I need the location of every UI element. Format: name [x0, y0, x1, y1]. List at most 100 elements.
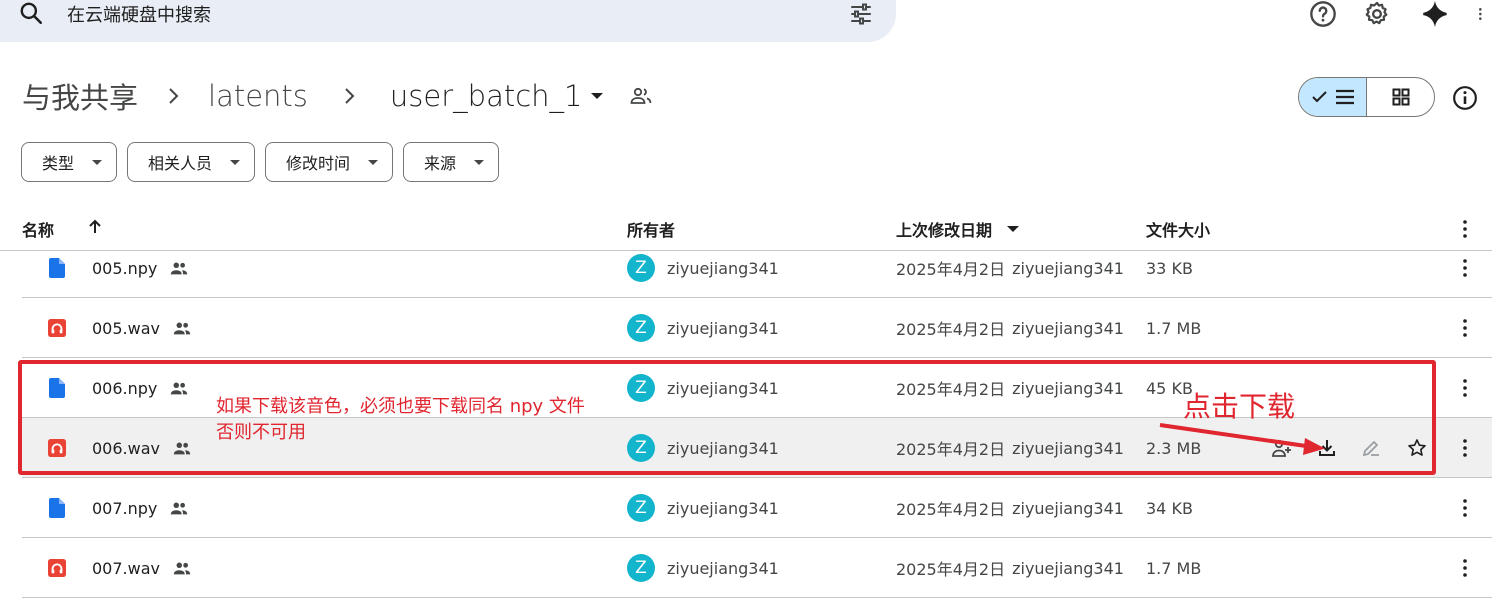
modified-by: ziyuejiang341: [1012, 318, 1124, 338]
file-name[interactable]: 006.wav: [92, 439, 160, 458]
audio-file-icon: [48, 439, 66, 457]
file-name-cell[interactable]: 005.wav: [48, 298, 192, 358]
owner-cell: Z ziyuejiang341: [627, 238, 779, 298]
file-size: 1.7 MB: [1146, 318, 1202, 338]
file-name[interactable]: 007.wav: [92, 559, 160, 578]
filter-label: 类型: [42, 154, 75, 173]
file-name-cell[interactable]: 005.npy: [48, 238, 189, 298]
filter-label: 来源: [424, 154, 457, 173]
sort-ascending-icon[interactable]: [88, 219, 102, 235]
table-row[interactable]: 005.npy Z ziyuejiang341 2025年4月2日 ziyuej…: [22, 238, 1492, 298]
rename-icon[interactable]: [1361, 438, 1381, 458]
shared-icon: [173, 322, 191, 335]
search-box[interactable]: 在云端硬盘中搜索: [0, 0, 896, 42]
document-file-icon: [49, 498, 65, 518]
shared-icon: [173, 562, 191, 575]
avatar: Z: [627, 314, 655, 342]
shared-icon: [171, 502, 188, 515]
more-vert-icon[interactable]: [1463, 220, 1467, 238]
modified-by: ziyuejiang341: [1012, 498, 1124, 518]
avatar: Z: [627, 374, 655, 402]
owner-name: ziyuejiang341: [667, 438, 779, 458]
modified-date: 2025年4月2日: [896, 560, 1006, 579]
owner-cell: Z ziyuejiang341: [627, 358, 779, 418]
chevron-down-icon: [368, 159, 379, 165]
list-view-button[interactable]: [1299, 78, 1367, 116]
owner-cell: Z ziyuejiang341: [627, 478, 779, 538]
annotation-note-line: 否则不可用: [216, 422, 306, 443]
chevron-down-icon: [92, 159, 103, 165]
size-cell: 1.7 MB: [1146, 298, 1201, 358]
more-vert-icon[interactable]: [1463, 439, 1467, 457]
modified-by: ziyuejiang341: [1012, 378, 1124, 398]
shared-icon: [173, 442, 191, 455]
sort-desc-caret-icon[interactable]: [1007, 226, 1019, 232]
avatar: Z: [627, 254, 655, 282]
filter-label: 相关人员: [148, 154, 213, 173]
help-icon[interactable]: [1309, 0, 1337, 28]
table-row[interactable]: 007.npy Z ziyuejiang341 2025年4月2日 ziyuej…: [22, 478, 1492, 538]
owner-cell: Z ziyuejiang341: [627, 418, 779, 478]
owner-name: ziyuejiang341: [667, 378, 779, 398]
annotation-note: 如果下载该音色，必须也要下载同名 npy 文件 否则不可用: [216, 394, 585, 446]
search-icon[interactable]: [18, 0, 44, 26]
table-row[interactable]: 007.wav Z ziyuejiang341 2025年4月2日 ziyuej…: [22, 538, 1492, 598]
filter-chips: 类型 相关人员 修改时间 来源: [21, 142, 500, 182]
size-cell: 1.7 MB: [1146, 538, 1201, 598]
file-name[interactable]: 005.npy: [92, 259, 157, 278]
breadcrumb: 与我共享 latents user_batch_1: [22, 76, 653, 116]
filter-people-chip[interactable]: 相关人员: [127, 142, 256, 182]
filter-modified-chip[interactable]: 修改时间: [265, 142, 394, 182]
settings-icon[interactable]: [1363, 0, 1391, 28]
apps-icon[interactable]: [1478, 0, 1492, 28]
document-file-icon: [49, 258, 65, 278]
shared-icon: [171, 382, 188, 395]
more-vert-icon[interactable]: [1463, 499, 1467, 517]
modified-date: 2025年4月2日: [896, 500, 1006, 519]
file-name-cell[interactable]: 006.wav: [48, 418, 192, 478]
file-size: 1.7 MB: [1146, 558, 1202, 578]
file-name-cell[interactable]: 006.npy: [48, 358, 189, 418]
owner-cell: Z ziyuejiang341: [627, 538, 779, 598]
gemini-icon[interactable]: [1421, 0, 1449, 28]
chevron-down-icon: [474, 159, 485, 165]
annotation-arrow: [1159, 423, 1325, 455]
info-icon[interactable]: [1452, 85, 1478, 111]
breadcrumb-shared-with-me[interactable]: 与我共享: [22, 75, 138, 117]
annotation-note-line: 如果下载该音色，必须也要下载同名 npy 文件: [216, 396, 585, 417]
file-name[interactable]: 007.npy: [92, 499, 157, 518]
table-row[interactable]: 005.wav Z ziyuejiang341 2025年4月2日 ziyuej…: [22, 298, 1492, 358]
file-name-cell[interactable]: 007.wav: [48, 538, 192, 598]
more-vert-icon[interactable]: [1463, 259, 1467, 277]
file-name[interactable]: 005.wav: [92, 319, 160, 338]
file-name-cell[interactable]: 007.npy: [48, 478, 189, 538]
shared-icon: [171, 262, 188, 275]
more-vert-icon[interactable]: [1463, 559, 1467, 577]
size-cell: 33 KB: [1146, 238, 1193, 298]
search-input[interactable]: 在云端硬盘中搜索: [67, 1, 211, 27]
audio-file-icon: [48, 559, 66, 577]
star-icon[interactable]: [1407, 438, 1427, 458]
filter-type-chip[interactable]: 类型: [21, 142, 118, 182]
avatar: Z: [627, 554, 655, 582]
document-file-icon: [49, 378, 65, 398]
breadcrumb-current-folder[interactable]: user_batch_1: [390, 79, 583, 113]
grid-icon: [1392, 88, 1409, 106]
modified-by: ziyuejiang341: [1012, 438, 1124, 458]
size-cell: 34 KB: [1146, 478, 1193, 538]
file-name[interactable]: 006.npy: [92, 379, 157, 398]
modified-date: 2025年4月2日: [896, 320, 1006, 339]
filter-source-chip[interactable]: 来源: [403, 142, 500, 182]
more-vert-icon[interactable]: [1463, 319, 1467, 337]
modified-by: ziyuejiang341: [1012, 258, 1124, 278]
folder-menu-caret-icon[interactable]: [590, 93, 603, 99]
avatar: Z: [627, 434, 655, 462]
tune-icon[interactable]: [848, 2, 874, 26]
modified-cell: 2025年4月2日 ziyuejiang341: [896, 238, 1124, 298]
breadcrumb-latents[interactable]: latents: [208, 79, 308, 113]
filter-label: 修改时间: [286, 154, 351, 173]
owner-name: ziyuejiang341: [667, 318, 779, 338]
more-vert-icon[interactable]: [1463, 379, 1467, 397]
modified-cell: 2025年4月2日 ziyuejiang341: [896, 538, 1124, 598]
grid-view-button[interactable]: [1367, 78, 1434, 116]
